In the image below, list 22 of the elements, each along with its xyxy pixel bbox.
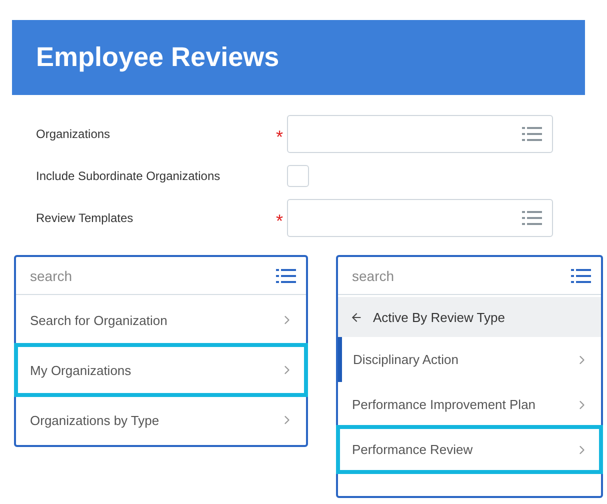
checkbox[interactable] <box>287 165 309 187</box>
menu-item[interactable]: Performance Review <box>338 427 601 472</box>
back-label: Active By Review Type <box>373 310 505 324</box>
menu-item[interactable]: Search for Organization <box>16 295 306 345</box>
required-mark: * <box>274 126 284 148</box>
field-label: Include Subordinate Organizations <box>36 169 222 183</box>
field-label: Organizations <box>36 127 112 141</box>
list-icon[interactable] <box>571 268 591 282</box>
list-icon[interactable] <box>276 268 296 282</box>
prompt-field[interactable] <box>287 199 553 237</box>
back-arrow-icon[interactable] <box>350 310 363 324</box>
back-row[interactable]: Active By Review Type <box>338 297 601 337</box>
menu-item[interactable]: My Organizations <box>16 345 306 395</box>
menu-item[interactable]: Disciplinary Action <box>338 337 601 382</box>
list-icon[interactable] <box>522 211 542 225</box>
prompt-field[interactable] <box>287 115 553 153</box>
menu-item[interactable]: Organizations by Type <box>16 395 306 445</box>
required-mark: * <box>274 210 284 232</box>
menu-item[interactable]: Performance Improvement Plan <box>338 382 601 427</box>
list-icon[interactable] <box>522 127 542 141</box>
page-title: Employee Reviews <box>36 42 280 73</box>
field-label: Review Templates <box>36 211 134 225</box>
